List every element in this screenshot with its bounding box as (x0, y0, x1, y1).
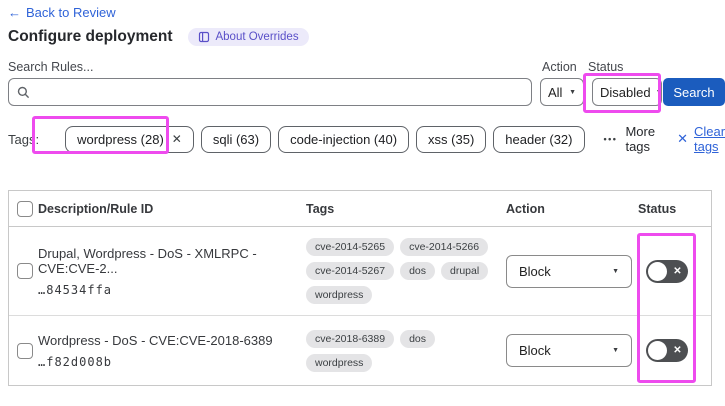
action-select-value: Block (519, 263, 551, 279)
table-row: Drupal, Wordpress - DoS - XMLRPC - CVE:C… (9, 227, 711, 316)
tag-chip-sqli[interactable]: sqli (63) (200, 125, 272, 153)
toggle-knob (648, 261, 667, 281)
table-row: Wordpress - DoS - CVE:CVE-2018-6389 …f82… (9, 316, 711, 385)
action-select-value: Block (519, 343, 551, 358)
tag-chip-label: xss (35) (428, 131, 475, 147)
about-overrides-label: About Overrides (215, 31, 299, 43)
tag-chip-label: wordpress (28) (77, 131, 164, 147)
tag-chip-xss[interactable]: xss (35) (416, 125, 487, 153)
table-header-row: Description/Rule ID Tags Action Status (9, 191, 711, 227)
select-all-checkbox[interactable] (17, 200, 33, 217)
column-header-tags: Tags (306, 201, 335, 216)
column-header-description: Description/Rule ID (38, 201, 154, 216)
search-rules-input[interactable] (36, 84, 523, 100)
rule-description-cell: Wordpress - DoS - CVE:CVE-2018-6389 …f82… (38, 333, 306, 369)
page-title: Configure deployment (8, 28, 173, 45)
tag-chip-wordpress-selected[interactable]: wordpress (28) ✕ (65, 125, 194, 153)
rule-tags-cell: cve-2014-5265 cve-2014-5266 cve-2014-526… (306, 238, 506, 304)
title-row: Configure deployment About Overrides (8, 28, 309, 46)
search-rules-label: Search Rules... (8, 60, 94, 74)
rule-tag: cve-2014-5266 (400, 238, 489, 256)
tag-chip-label: code-injection (40) (290, 131, 398, 147)
ellipsis-icon: ••• (603, 134, 618, 144)
tag-chip-header[interactable]: header (32) (493, 125, 585, 153)
clear-icon: ✕ (677, 131, 688, 146)
chevron-down-icon: ▼ (612, 267, 619, 275)
search-rules-box (8, 78, 532, 106)
rule-description-cell: Drupal, Wordpress - DoS - XMLRPC - CVE:C… (38, 246, 306, 297)
rule-tag: wordpress (306, 353, 373, 372)
column-header-status: Status (638, 201, 677, 216)
status-toggle[interactable]: ✕ (646, 259, 688, 283)
rule-tag: cve-2014-5267 (306, 262, 395, 280)
tag-chip-code-injection[interactable]: code-injection (40) (278, 125, 410, 153)
action-filter-value: All (548, 84, 563, 100)
rule-id: …84534ffa (38, 282, 113, 297)
clear-tags-link[interactable]: ✕ Clear tags (677, 124, 725, 154)
search-button[interactable]: Search (663, 78, 725, 106)
tag-chip-label: sqli (63) (212, 131, 260, 147)
action-select[interactable]: Block ▼ (506, 254, 632, 288)
action-filter-dropdown[interactable]: All ▼ (540, 78, 584, 106)
row-checkbox[interactable] (17, 342, 33, 359)
rule-tag: drupal (441, 262, 489, 280)
tags-label: Tags: (8, 131, 40, 147)
rules-table: Description/Rule ID Tags Action Status D… (8, 190, 712, 386)
toggle-off-icon: ✕ (673, 345, 682, 356)
chevron-down-icon: ▼ (612, 347, 619, 354)
more-tags-button[interactable]: ••• More tags (604, 124, 656, 154)
remove-tag-icon[interactable]: ✕ (172, 132, 182, 146)
rule-tag: dos (400, 329, 435, 348)
rule-description: Drupal, Wordpress - DoS - XMLRPC - CVE:C… (38, 245, 257, 276)
clear-tags-label: Clear tags (693, 124, 725, 154)
rule-tag: dos (400, 262, 435, 280)
tag-chip-label: header (32) (505, 131, 573, 147)
filters-row: Search Rules... Action All ▼ Status Disa… (8, 60, 725, 108)
back-arrow-icon: ← (8, 5, 21, 20)
status-filter-value: Disabled (600, 84, 651, 100)
search-icon (17, 86, 30, 98)
toggle-off-icon: ✕ (673, 265, 682, 277)
rule-description: Wordpress - DoS - CVE:CVE-2018-6389 (38, 332, 273, 348)
tags-bar: Tags: wordpress (28) ✕ sqli (63) code-in… (8, 122, 725, 156)
back-to-review-link[interactable]: ← Back to Review (8, 5, 116, 20)
back-link-label: Back to Review (26, 5, 116, 20)
rule-tag: cve-2014-5265 (306, 238, 395, 256)
rule-tag: wordpress (306, 286, 373, 304)
status-toggle[interactable]: ✕ (646, 339, 688, 362)
action-select[interactable]: Block ▼ (506, 334, 632, 367)
chevron-down-icon: ▼ (569, 88, 576, 96)
rule-tag: cve-2018-6389 (306, 329, 395, 348)
status-filter-label: Status (588, 60, 624, 74)
about-overrides-badge[interactable]: About Overrides (188, 28, 309, 46)
rule-tags-cell: cve-2018-6389 dos wordpress (306, 329, 506, 372)
configure-deployment-page: ← Back to Review Configure deployment Ab… (0, 0, 725, 406)
book-icon (199, 31, 210, 43)
chevron-down-icon: ▼ (655, 88, 663, 96)
column-header-action: Action (506, 201, 545, 216)
status-filter-dropdown[interactable]: Disabled ▼ (592, 78, 663, 106)
toggle-knob (648, 341, 667, 360)
action-filter-label: Action (542, 60, 577, 74)
rule-id: …f82d008b (38, 354, 113, 369)
row-checkbox[interactable] (17, 263, 33, 279)
more-tags-label: More tags (625, 124, 656, 154)
